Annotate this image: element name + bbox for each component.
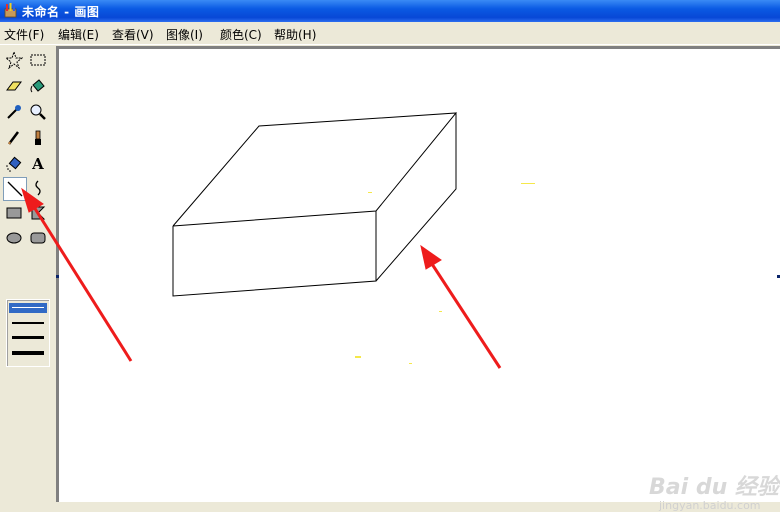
- watermark-brand: Bai du 经验: [649, 475, 779, 500]
- menu-help[interactable]: 帮助(H): [274, 26, 316, 43]
- brush-tool[interactable]: [27, 127, 49, 149]
- selected-width-highlight: [9, 303, 47, 313]
- rect-select-icon: [30, 54, 46, 66]
- rectangle-tool[interactable]: [3, 202, 25, 224]
- star-select-icon: [5, 51, 23, 69]
- box-drawing: [172, 112, 535, 364]
- ellipse-tool[interactable]: [3, 227, 25, 249]
- fill-tool[interactable]: [27, 75, 49, 97]
- menu-edit[interactable]: 编辑(E): [58, 26, 99, 43]
- title-bar: 未命名 - 画图: [0, 0, 780, 22]
- eraser-tool[interactable]: [3, 75, 25, 97]
- toolbox: A: [0, 46, 56, 502]
- rounded-rect-tool[interactable]: [27, 227, 49, 249]
- polygon-icon: [31, 206, 46, 220]
- color-picker-tool[interactable]: [3, 101, 25, 123]
- drawing-canvas[interactable]: Bai du 经验 jingyan.baidu.com: [59, 49, 780, 512]
- curve-tool[interactable]: [27, 177, 49, 199]
- rect-select-tool[interactable]: [27, 49, 49, 71]
- line-tool[interactable]: [3, 177, 27, 201]
- line-icon: [7, 181, 23, 197]
- line-width-1[interactable]: [12, 307, 44, 308]
- ellipse-icon: [6, 232, 22, 244]
- magnifier-icon: [30, 104, 46, 120]
- eyedropper-icon: [7, 105, 21, 119]
- rounded-rect-icon: [30, 232, 46, 244]
- menu-colors[interactable]: 颜色(C): [220, 26, 262, 43]
- line-width-4[interactable]: [12, 351, 44, 355]
- line-width-selector: [6, 299, 50, 367]
- paint-app-icon: [4, 3, 17, 18]
- eraser-icon: [6, 81, 22, 91]
- resize-handle-left[interactable]: [56, 275, 59, 278]
- line-width-3[interactable]: [12, 336, 44, 339]
- menu-bar: 文件(F) 编辑(E) 查看(V) 图像(I) 颜色(C) 帮助(H): [0, 22, 780, 45]
- airbrush-icon: [6, 156, 22, 172]
- curve-icon: [35, 180, 41, 196]
- airbrush-tool[interactable]: [3, 153, 25, 175]
- watermark-url: jingyan.baidu.com: [659, 499, 761, 512]
- free-select-tool[interactable]: [3, 49, 25, 71]
- pencil-icon: [8, 131, 19, 145]
- paint-bucket-icon: [30, 79, 45, 93]
- rectangle-icon: [6, 207, 22, 219]
- menu-view[interactable]: 查看(V): [112, 26, 154, 43]
- text-icon: A: [32, 155, 44, 173]
- polygon-tool[interactable]: [27, 202, 49, 224]
- canvas-area: Bai du 经验 jingyan.baidu.com: [56, 46, 780, 512]
- pencil-tool[interactable]: [3, 127, 25, 149]
- window-title: 未命名 - 画图: [22, 5, 100, 19]
- text-tool[interactable]: A: [27, 153, 49, 175]
- menu-file[interactable]: 文件(F): [4, 26, 44, 43]
- line-width-2[interactable]: [12, 322, 44, 324]
- brush-icon: [35, 130, 41, 145]
- magnifier-tool[interactable]: [27, 101, 49, 123]
- menu-image[interactable]: 图像(I): [166, 26, 203, 43]
